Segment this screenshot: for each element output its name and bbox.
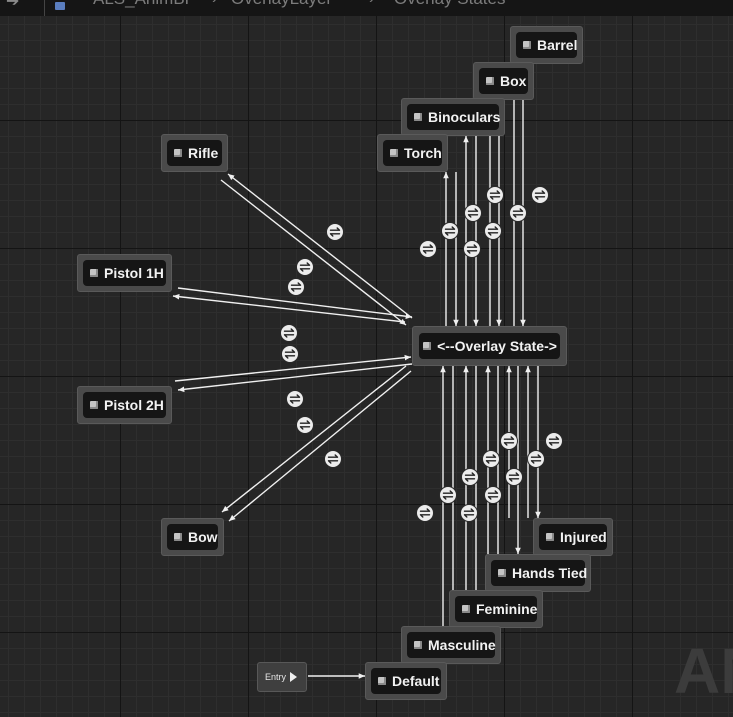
state-icon xyxy=(378,677,386,685)
state-icon xyxy=(174,533,182,541)
transition-rule-icon[interactable] xyxy=(483,221,503,241)
transition-rule-icon[interactable] xyxy=(485,185,505,205)
transition-rule-icon[interactable] xyxy=(530,185,550,205)
conduit-label: <--Overlay State-> xyxy=(437,338,557,354)
transition-rule-icon[interactable] xyxy=(526,449,546,469)
conduit-node-overlay-state[interactable]: <--Overlay State-> xyxy=(412,326,567,366)
state-icon xyxy=(523,41,531,49)
state-node-bow[interactable]: Bow xyxy=(161,518,224,556)
chevron-right-icon: › xyxy=(369,0,374,9)
conduit-icon xyxy=(423,342,432,350)
state-label: Default xyxy=(392,673,440,689)
state-label: Injured xyxy=(560,529,607,545)
state-icon xyxy=(90,401,98,409)
state-label: Rifle xyxy=(188,145,219,161)
state-node-injured[interactable]: Injured xyxy=(533,518,613,556)
transition-rule-icon[interactable] xyxy=(440,221,460,241)
state-icon xyxy=(174,149,182,157)
state-icon xyxy=(486,77,494,85)
transition-rule-icon[interactable] xyxy=(286,277,306,297)
state-icon xyxy=(414,641,422,649)
state-machine-graph[interactable] xyxy=(0,0,733,717)
transition-edge-left-2[interactable] xyxy=(172,293,406,323)
transition-edge-left-6[interactable] xyxy=(221,365,407,513)
play-icon xyxy=(290,672,298,682)
entry-node[interactable]: Entry xyxy=(257,662,307,692)
breadcrumb-asset[interactable]: ALS_AnimBP xyxy=(93,0,196,9)
state-label: Bow xyxy=(188,529,218,545)
state-label: Barrel xyxy=(537,37,578,53)
state-label: Box xyxy=(500,73,527,89)
state-node-default[interactable]: Default xyxy=(365,662,447,700)
transition-rule-icon[interactable] xyxy=(295,257,315,277)
toolbar-divider xyxy=(44,0,45,16)
state-label: Pistol 2H xyxy=(104,397,164,413)
state-node-box[interactable]: Box xyxy=(473,62,534,100)
transition-rule-icon[interactable] xyxy=(415,503,435,523)
state-icon xyxy=(414,113,422,121)
breadcrumb-state-machine[interactable]: Overlay States xyxy=(394,0,506,9)
transition-rule-icon[interactable] xyxy=(438,485,458,505)
chevron-right-icon: › xyxy=(212,0,217,9)
transition-rule-icon[interactable] xyxy=(323,449,343,469)
state-node-rifle[interactable]: Rifle xyxy=(161,134,228,172)
state-icon xyxy=(498,569,506,577)
transition-rule-icon[interactable] xyxy=(481,449,501,469)
transition-edge-left-1[interactable] xyxy=(220,179,407,326)
state-icon xyxy=(462,605,470,613)
state-icon xyxy=(90,269,98,277)
transition-rule-icon[interactable] xyxy=(418,239,438,259)
transition-edge-left-0[interactable] xyxy=(227,173,413,319)
state-icon xyxy=(390,149,398,157)
transition-rule-icon[interactable] xyxy=(463,203,483,223)
transition-rule-icon[interactable] xyxy=(544,431,564,451)
graph-watermark: AN xyxy=(674,635,733,707)
transition-rule-icon[interactable] xyxy=(295,415,315,435)
transition-rule-icon[interactable] xyxy=(459,503,479,523)
breadcrumb-layer[interactable]: OverlayLayer xyxy=(231,0,332,9)
transition-rule-icon[interactable] xyxy=(462,239,482,259)
state-icon xyxy=(546,533,554,541)
state-node-hands-tied[interactable]: Hands Tied xyxy=(485,554,591,592)
state-node-barrel[interactable]: Barrel xyxy=(510,26,583,64)
state-node-pistol-1h[interactable]: Pistol 1H xyxy=(77,254,172,292)
state-label: Binoculars xyxy=(428,109,501,125)
state-node-pistol-2h[interactable]: Pistol 2H xyxy=(77,386,172,424)
transition-rule-icon[interactable] xyxy=(460,467,480,487)
state-node-masculine[interactable]: Masculine xyxy=(401,626,501,664)
transition-rule-icon[interactable] xyxy=(279,323,299,343)
state-label: Torch xyxy=(404,145,442,161)
transition-rule-icon[interactable] xyxy=(499,431,519,451)
state-node-binoculars[interactable]: Binoculars xyxy=(401,98,505,136)
state-label: Hands Tied xyxy=(512,565,588,581)
transition-rule-icon[interactable] xyxy=(504,467,524,487)
state-label: Pistol 1H xyxy=(104,265,164,281)
transition-edge-left-7[interactable] xyxy=(228,370,412,522)
entry-label: Entry xyxy=(265,672,287,682)
transition-rule-icon[interactable] xyxy=(483,485,503,505)
transition-rule-icon[interactable] xyxy=(325,222,345,242)
back-arrow-icon[interactable]: ➔ xyxy=(6,0,19,10)
transition-rule-icon[interactable] xyxy=(280,344,300,364)
blueprint-icon xyxy=(55,2,65,10)
breadcrumb-bar: ➔ ALS_AnimBP › OverlayLayer › Overlay St… xyxy=(0,0,733,16)
transition-rule-icon[interactable] xyxy=(285,389,305,409)
state-node-torch[interactable]: Torch xyxy=(377,134,448,172)
transition-rule-icon[interactable] xyxy=(508,203,528,223)
state-label: Masculine xyxy=(428,637,496,653)
state-label: Feminine xyxy=(476,601,538,617)
state-node-feminine[interactable]: Feminine xyxy=(449,590,543,628)
